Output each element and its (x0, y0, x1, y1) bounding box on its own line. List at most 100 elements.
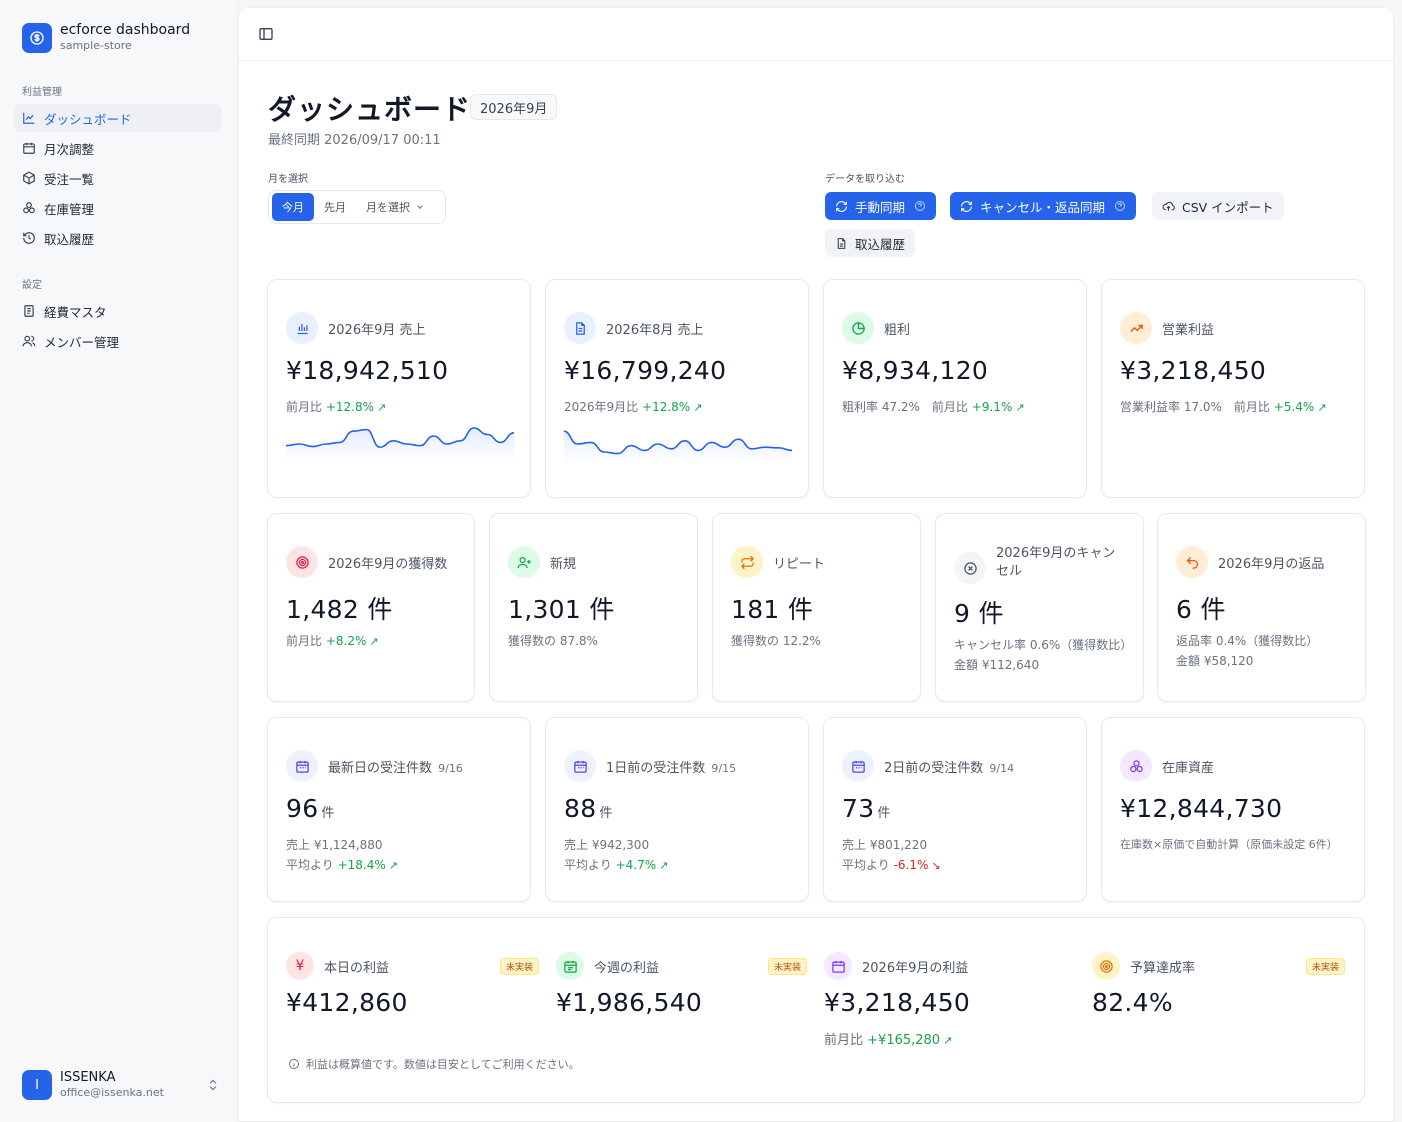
sidebar-item-members[interactable]: メンバー管理 (14, 327, 222, 355)
not-implemented-badge: 未実装 (1306, 958, 1346, 975)
sidebar-item-label: 受注一覧 (44, 171, 95, 187)
card-date: 9/14 (989, 761, 1015, 775)
sidebar-item-label: 月次調整 (44, 141, 95, 157)
last-month-button[interactable]: 先月 (314, 193, 356, 221)
month-picker-dropdown[interactable]: 月を選択 (356, 193, 435, 221)
sales-previous-card[interactable]: 2026年8月 売上 ¥16,799,240 2026年9月比 +12.8% ↗ (545, 279, 809, 498)
card-meta: キャンセル率 0.6%（獲得数比） (954, 638, 1133, 652)
line-chart-icon (23, 112, 35, 124)
profit-today-value: ¥412,860 (286, 988, 408, 1017)
sidebar-item-label: メンバー管理 (44, 334, 120, 350)
meta-prefix: 粗利率 47.2% 前月比 (842, 400, 968, 414)
csv-import-button[interactable]: CSV インポート (1152, 192, 1284, 220)
card-meta: 営業利益率 17.0% 前月比 +5.4% ↗ (1120, 398, 1327, 415)
user-plus-icon (508, 546, 540, 578)
brand-title: ecforce dashboard (60, 22, 191, 38)
sidebar-item-monthly[interactable]: 月次調整 (14, 134, 222, 162)
card-meta: 平均より +18.4% ↗ (286, 856, 398, 873)
card-meta-amount: 金額 ¥112,640 (954, 658, 1040, 672)
orders-two-days-ago-card[interactable]: 2日前の受注件数 9/14 73 件 売上 ¥801,220 平均より -6.1%… (823, 717, 1087, 902)
cancel-return-sync-button[interactable]: キャンセル・返品同期 (950, 192, 1137, 220)
returns-card[interactable]: 2026年9月の返品 6 件 返品率 0.4%（獲得数比） 金額 ¥58,120 (1157, 513, 1366, 702)
boxes-icon (1120, 750, 1152, 782)
card-label: 2026年8月 売上 (606, 322, 704, 338)
not-implemented-badge: 未実装 (500, 958, 540, 975)
card-value: 1,301 件 (508, 595, 615, 624)
card-value: 1,482 件 (286, 595, 393, 624)
sales-current-card[interactable]: 2026年9月 売上 ¥18,942,510 前月比 +12.8% ↗ (267, 279, 531, 498)
cloud-upload-icon (1162, 201, 1175, 211)
cancellations-card[interactable]: 2026年9月のキャン セル 9 件 キャンセル率 0.6%（獲得数比） 金額 … (935, 513, 1144, 702)
meta-change: +18.4% (337, 858, 386, 872)
meta-change: +8.2% (325, 634, 367, 648)
card-label: 営業利益 (1162, 322, 1215, 338)
refresh-icon (961, 200, 972, 212)
card-unit: 件 (877, 806, 891, 821)
main-panel: ダッシュボード 2026年9月 最終同期 2026/09/17 00:11 月を… (238, 7, 1394, 1122)
sidebar: ecforce dashboard sample-store 利益管理 ダッシュ… (0, 0, 236, 1122)
arrow-up-right-icon: ↗ (1015, 401, 1025, 414)
card-label: 2日前の受注件数 (884, 760, 984, 776)
card-sales: 売上 ¥942,300 (564, 838, 650, 852)
meta-prefix: 前月比 (286, 400, 323, 414)
nav-section-settings: 設定 (22, 280, 42, 291)
import-history-button[interactable]: 取込履歴 (825, 229, 916, 257)
card-value: 6 件 (1176, 595, 1226, 624)
profit-note-text: 利益は概算値です。数値は目安としてご利用ください。 (306, 1058, 580, 1071)
gross-profit-card[interactable]: 粗利 ¥8,934,120 粗利率 47.2% 前月比 +9.1% ↗ (823, 279, 1087, 498)
sales-sparkline (564, 430, 792, 464)
new-customers-card[interactable]: 新規 1,301 件 獲得数の 87.8% (489, 513, 698, 702)
sidebar-item-expense-master[interactable]: 経費マスタ (14, 297, 222, 325)
manual-sync-button[interactable]: 手動同期 (825, 192, 937, 220)
card-value-wrap: 73 件 (842, 794, 891, 823)
card-label: 新規 (550, 556, 577, 572)
sidebar-item-import-history[interactable]: 取込履歴 (14, 224, 222, 252)
sidebar-item-orders[interactable]: 受注一覧 (14, 164, 222, 192)
sidebar-item-inventory[interactable]: 在庫管理 (14, 194, 222, 222)
brand[interactable]: ecforce dashboard sample-store (22, 22, 190, 53)
card-sales: 売上 ¥1,124,880 (286, 838, 383, 852)
help-icon[interactable] (914, 200, 926, 212)
acquisitions-card[interactable]: 2026年9月の獲得数 1,482 件 前月比 +8.2% ↗ (267, 513, 475, 702)
operating-profit-card[interactable]: 営業利益 ¥3,218,450 営業利益率 17.0% 前月比 +5.4% ↗ (1101, 279, 1365, 498)
orders-latest-day-card[interactable]: 最新日の受注件数 9/16 96 件 売上 ¥1,124,880 平均より +18… (267, 717, 531, 902)
arrow-up-right-icon: ↗ (1317, 401, 1327, 414)
this-month-button[interactable]: 今月 (272, 193, 314, 221)
sidebar-toggle-icon[interactable] (258, 26, 274, 42)
profit-week-value: ¥1,986,540 (556, 988, 703, 1017)
user-menu[interactable]: I ISSENKA office@issenka.net (22, 1070, 220, 1100)
profit-month-label: 2026年9月の利益 (862, 960, 969, 976)
users-icon (22, 335, 36, 347)
orders-one-day-ago-card[interactable]: 1日前の受注件数 9/15 88 件 売上 ¥942,300 平均より +4.7%… (545, 717, 809, 902)
sidebar-item-dashboard[interactable]: ダッシュボード (14, 104, 222, 132)
meta-change: +12.8% (642, 400, 691, 414)
dollar-icon (22, 22, 52, 53)
calendar-icon (23, 142, 35, 154)
budget-rate-value: 82.4% (1092, 988, 1173, 1017)
card-value: 96 (286, 794, 319, 823)
calendar-icon (564, 750, 596, 782)
inventory-assets-card[interactable]: 在庫資産 ¥12,844,730 在庫数×原価で自動計算（原価未設定 6件） (1101, 717, 1365, 902)
calendar-week-icon (556, 952, 584, 980)
card-meta: 平均より +4.7% ↗ (564, 856, 668, 873)
sidebar-item-label: ダッシュボード (44, 111, 132, 127)
box-icon (23, 171, 35, 185)
card-unit: 件 (321, 806, 335, 821)
profit-summary-card: ¥ 本日の利益 未実装 ¥412,860 今週の利益 未実装 ¥1,986,54… (267, 917, 1365, 1103)
card-value: ¥18,942,510 (286, 356, 449, 385)
arrow-up-right-icon: ↗ (388, 859, 398, 872)
file-text-icon (564, 312, 596, 344)
yen-icon: ¥ (286, 952, 314, 980)
card-date: 9/15 (711, 761, 737, 775)
file-icon (837, 237, 846, 249)
repeat-customers-card[interactable]: リピート 181 件 獲得数の 12.2% (712, 513, 921, 702)
arrow-up-right-icon: ↗ (693, 401, 703, 414)
bar-chart-icon (286, 312, 318, 344)
repeat-icon (731, 546, 763, 578)
help-icon[interactable] (1114, 200, 1126, 212)
month-badge: 2026年9月 (470, 94, 558, 120)
card-meta: 前月比 +12.8% ↗ (286, 398, 386, 415)
card-value: 9 件 (954, 599, 1004, 628)
card-meta: 前月比 +8.2% ↗ (286, 632, 379, 649)
profit-month-value: ¥3,218,450 (824, 988, 971, 1017)
